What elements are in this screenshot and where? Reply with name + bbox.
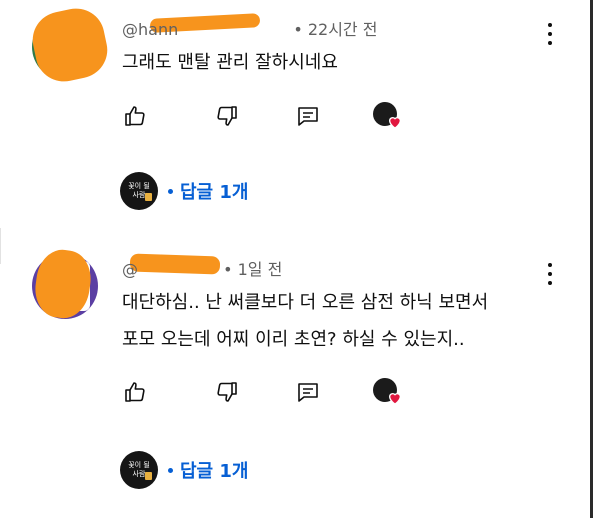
comment-meta: @ • 1일 전 (122, 256, 282, 280)
more-vert-icon[interactable] (543, 23, 557, 45)
edge-marker (0, 228, 13, 264)
commenter-handle[interactable]: @hann (122, 20, 178, 39)
comment-icon (298, 107, 318, 126)
redaction-scribble (27, 3, 113, 87)
comment-text-line: 대단하심.. 난 써클보다 더 오른 삼전 하닉 보면서 (122, 292, 489, 313)
creator-avatar-text: 꽃이 될 (128, 182, 150, 190)
creator-heart-icon (388, 393, 402, 405)
creator-avatar-text: 꽃이 될 (128, 461, 150, 469)
reply-count-label: 답글 1개 (180, 182, 249, 203)
creator-avatar-mark (145, 193, 152, 201)
thumbs-up-icon (125, 106, 145, 126)
reply-dot (168, 467, 173, 473)
creator-heart-badge (373, 102, 405, 134)
like-button[interactable] (119, 376, 151, 408)
thumbs-down-icon (217, 382, 237, 402)
creator-avatar-text: 사람 (132, 191, 146, 199)
reply-dot (168, 188, 173, 194)
creator-avatar: 꽃이 될 사람 (120, 451, 158, 489)
meta-separator: • (218, 260, 238, 279)
dislike-button[interactable] (211, 376, 243, 408)
creator-heart-badge (373, 378, 405, 410)
comment-time[interactable]: 1일 전 (238, 260, 283, 279)
comment-text: 대단하심.. 난 써클보다 더 오른 삼전 하닉 보면서 포모 오는데 어찌 이… (122, 284, 488, 358)
thumbs-down-icon (217, 106, 237, 126)
more-vert-icon[interactable] (543, 263, 557, 285)
reply-count-label: 답글 1개 (180, 461, 249, 482)
like-button[interactable] (119, 100, 151, 132)
view-replies-button[interactable]: 꽃이 될 사람 답글 1개 (120, 451, 248, 489)
creator-avatar: 꽃이 될 사람 (120, 172, 158, 210)
comment-text-line: 포모 오는데 어찌 이리 초연? 하실 수 있는지.. (122, 329, 465, 350)
view-replies-button[interactable]: 꽃이 될 사람 답글 1개 (120, 172, 248, 210)
commenter-handle[interactable]: @ (122, 260, 138, 279)
comment-text: 그래도 맨탈 관리 잘하시네요 (122, 44, 338, 81)
dislike-button[interactable] (211, 100, 243, 132)
comment-icon (298, 383, 318, 402)
creator-avatar-mark (145, 472, 152, 480)
comment-meta: @hann • 22시간 전 (122, 16, 377, 40)
reply-button[interactable] (292, 376, 324, 408)
reply-button[interactable] (292, 100, 324, 132)
comment-time[interactable]: 22시간 전 (308, 20, 378, 39)
creator-heart-icon (388, 117, 402, 129)
creator-avatar-text: 사람 (132, 470, 146, 478)
comment-text-line: 그래도 맨탈 관리 잘하시네요 (122, 52, 338, 73)
thumbs-up-icon (125, 382, 145, 402)
meta-separator: • (288, 20, 308, 39)
